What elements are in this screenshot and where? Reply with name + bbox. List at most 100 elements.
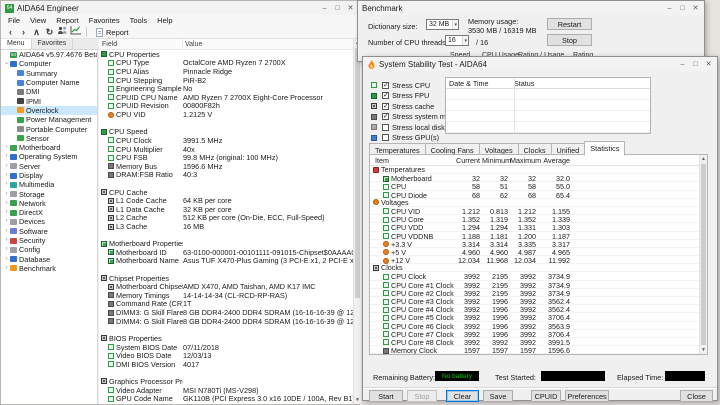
- stats-row[interactable]: Clocks: [370, 263, 707, 273]
- sidebar-item-multimedia[interactable]: › Multimedia: [1, 180, 97, 189]
- field-row[interactable]: DIMM3: G Skill FlareX F4-320...8 GB DDR4…: [99, 308, 353, 317]
- up-icon[interactable]: ∧: [30, 27, 43, 38]
- sidebar-item-motherboard[interactable]: › Motherboard: [1, 143, 97, 152]
- sidebar-tab-favorites[interactable]: Favorites: [32, 39, 74, 49]
- clear-button[interactable]: Clear: [446, 390, 479, 402]
- field-group-row[interactable]: CPU Speed: [99, 127, 353, 136]
- sidebar-item-computer[interactable]: ⌄ Computer: [1, 59, 97, 68]
- stats-row[interactable]: CPU Core #8 Clock 3992 3992 3992 3991.5: [370, 338, 707, 347]
- sidebar-item-dmi[interactable]: DMI: [1, 87, 97, 96]
- stats-row[interactable]: CPU VDD 1.294 1.294 1.331 1.303: [370, 223, 707, 232]
- collapsed-expander-icon[interactable]: ›: [3, 143, 10, 152]
- tab-statistics[interactable]: Statistics: [584, 141, 626, 156]
- stop-button[interactable]: Stop: [407, 390, 437, 402]
- dictionary-size-select[interactable]: 32 MB ▾: [426, 19, 459, 30]
- field-row[interactable]: System BIOS Date 07/11/2018: [99, 343, 353, 352]
- stability-maximize-button[interactable]: □: [689, 58, 702, 70]
- field-row[interactable]: L3 Cache 16 MB: [99, 222, 353, 231]
- checkbox[interactable]: [382, 91, 389, 100]
- field-group-row[interactable]: Graphics Processor Properties: [99, 377, 353, 386]
- collapsed-expander-icon[interactable]: ›: [3, 255, 10, 264]
- field-row[interactable]: Video Adapter MSI N780Ti (MS-V298): [99, 386, 353, 395]
- menu-report[interactable]: Report: [51, 16, 84, 25]
- stats-row[interactable]: CPU Core #6 Clock 3992 1996 3992 3563.9: [370, 322, 707, 331]
- menu-file[interactable]: File: [3, 16, 25, 25]
- collapsed-expander-icon[interactable]: ›: [3, 190, 10, 199]
- stats-row[interactable]: CPU Core 1.352 1.319 1.352 1.339: [370, 215, 707, 224]
- sidebar-item-security[interactable]: › Security: [1, 236, 97, 245]
- field-row[interactable]: GPU Clock 324 MHz: [99, 403, 353, 404]
- stats-row[interactable]: CPU VDDNB 1.188 1.181 1.200 1.187: [370, 232, 707, 241]
- sidebar-item-summary[interactable]: Summary: [1, 69, 97, 78]
- sidebar-item-storage[interactable]: › Storage: [1, 189, 97, 199]
- collapsed-expander-icon[interactable]: ›: [3, 264, 10, 273]
- sidebar-item-display[interactable]: › Display: [1, 171, 97, 180]
- field-row[interactable]: CPU VID 1.2125 V: [99, 110, 353, 119]
- field-row[interactable]: L1 Code Cache 64 KB per core: [99, 196, 353, 205]
- field-row[interactable]: CPU Type OctalCore AMD Ryzen 7 2700X: [99, 58, 353, 67]
- chart-icon[interactable]: [69, 26, 82, 38]
- stability-minimize-button[interactable]: –: [676, 58, 689, 70]
- field-row[interactable]: DIMM4: G Skill FlareX F4-320...8 GB DDR4…: [99, 317, 353, 326]
- collapsed-expander-icon[interactable]: ›: [3, 236, 10, 245]
- sidebar-item-network[interactable]: › Network: [1, 199, 97, 208]
- field-group-row[interactable]: CPU Cache: [99, 188, 353, 197]
- minimize-button[interactable]: –: [318, 2, 331, 14]
- sidebar-tab-menu[interactable]: Menu: [1, 39, 32, 49]
- collapsed-expander-icon[interactable]: ›: [3, 180, 10, 189]
- sidebar-item-benchmark[interactable]: › Benchmark: [1, 264, 97, 273]
- stats-row[interactable]: Memory Clock 1597 1597 1597 1596.6: [370, 346, 707, 354]
- scroll-down-icon[interactable]: ▼: [354, 396, 361, 404]
- menu-help[interactable]: Help: [152, 16, 177, 25]
- scrollbar-thumb[interactable]: [701, 164, 706, 345]
- field-row[interactable]: DMI BIOS Version 4017: [99, 360, 353, 369]
- cpu-threads-select[interactable]: 16 ▾: [445, 35, 469, 46]
- start-button[interactable]: Start: [369, 390, 403, 402]
- field-row[interactable]: Memory Timings 14-14-14-34 (CL-RCD-RP-RAS…: [99, 291, 353, 300]
- field-row[interactable]: Motherboard Chipset AMD X470, AMD Taishan…: [99, 282, 353, 291]
- field-row[interactable]: GPU Code Name GK110B (PCI Express 3.0 x16…: [99, 394, 353, 403]
- checkbox[interactable]: [382, 102, 389, 110]
- sidebar-item-directx[interactable]: › DirectX: [1, 208, 97, 217]
- stats-row[interactable]: CPU VID 1.212 0.813 1.212 1.155: [370, 207, 707, 216]
- field-row[interactable]: CPU Stepping PiR-B2: [99, 76, 353, 85]
- field-row[interactable]: CPUID Revision 00800F82h: [99, 101, 353, 110]
- checkbox[interactable]: [382, 81, 389, 89]
- sidebar-item-aida64-v5-97-4676-beta[interactable]: 64 AIDA64 v5.97.4676 Beta: [1, 50, 97, 59]
- statistics-scrollbar[interactable]: ▲ ▼: [699, 155, 707, 354]
- field-row[interactable]: CPU Multiplier 40x: [99, 145, 353, 154]
- expanded-expander-icon[interactable]: ⌄: [3, 59, 10, 68]
- field-row[interactable]: L1 Data Cache 32 KB per core: [99, 205, 353, 214]
- back-icon[interactable]: ‹: [4, 27, 17, 38]
- field-row[interactable]: CPU FSB 99.8 MHz (original: 100 MHz): [99, 153, 353, 162]
- sidebar-item-devices[interactable]: › Devices: [1, 217, 97, 226]
- sidebar-item-power-management[interactable]: Power Management: [1, 115, 97, 124]
- field-row[interactable]: CPUID CPU Name AMD Ryzen 7 2700X Eight-Co…: [99, 93, 353, 102]
- stats-row[interactable]: Motherboard 32 32 32 32.0: [370, 174, 707, 183]
- sidebar-item-software[interactable]: › Software: [1, 227, 97, 236]
- restart-button[interactable]: Restart: [547, 18, 592, 30]
- field-group-row[interactable]: Motherboard Properties: [99, 239, 353, 248]
- sidebar-item-computer-name[interactable]: Computer Name: [1, 78, 97, 87]
- stats-row[interactable]: +5 V 4.960 4.960 4.987 4.965: [370, 248, 707, 257]
- collapsed-expander-icon[interactable]: ›: [3, 245, 10, 254]
- field-row[interactable]: Motherboard Name Asus TUF X470-Plus Gamin…: [99, 256, 353, 265]
- sidebar-item-config[interactable]: › Config: [1, 245, 97, 254]
- benchmark-close-button[interactable]: ✕: [689, 2, 702, 14]
- stats-row[interactable]: CPU Core #3 Clock 3992 1996 3992 3562.4: [370, 297, 707, 306]
- field-row[interactable]: DRAM:FSB Ratio 40:3: [99, 170, 353, 179]
- stats-row[interactable]: Temperatures: [370, 165, 707, 175]
- field-group-row[interactable]: BIOS Properties: [99, 334, 353, 343]
- checkbox[interactable]: [382, 123, 389, 131]
- field-row[interactable]: L2 Cache 512 KB per core (On-Die, ECC, Fu…: [99, 213, 353, 222]
- stats-row[interactable]: CPU 58 51 58 55.0: [370, 182, 707, 191]
- sidebar-item-operating-system[interactable]: › Operating System: [1, 152, 97, 161]
- field-row[interactable]: Command Rate (CR) 1T: [99, 299, 353, 308]
- stability-close-button[interactable]: ✕: [702, 58, 715, 70]
- scroll-down-icon[interactable]: ▼: [700, 346, 707, 354]
- collapsed-expander-icon[interactable]: ›: [3, 199, 10, 208]
- scrollbar-thumb[interactable]: [355, 48, 360, 298]
- benchmark-stop-button[interactable]: Stop: [547, 34, 592, 46]
- benchmark-maximize-button[interactable]: □: [676, 2, 689, 14]
- refresh-icon[interactable]: ↻: [43, 27, 56, 38]
